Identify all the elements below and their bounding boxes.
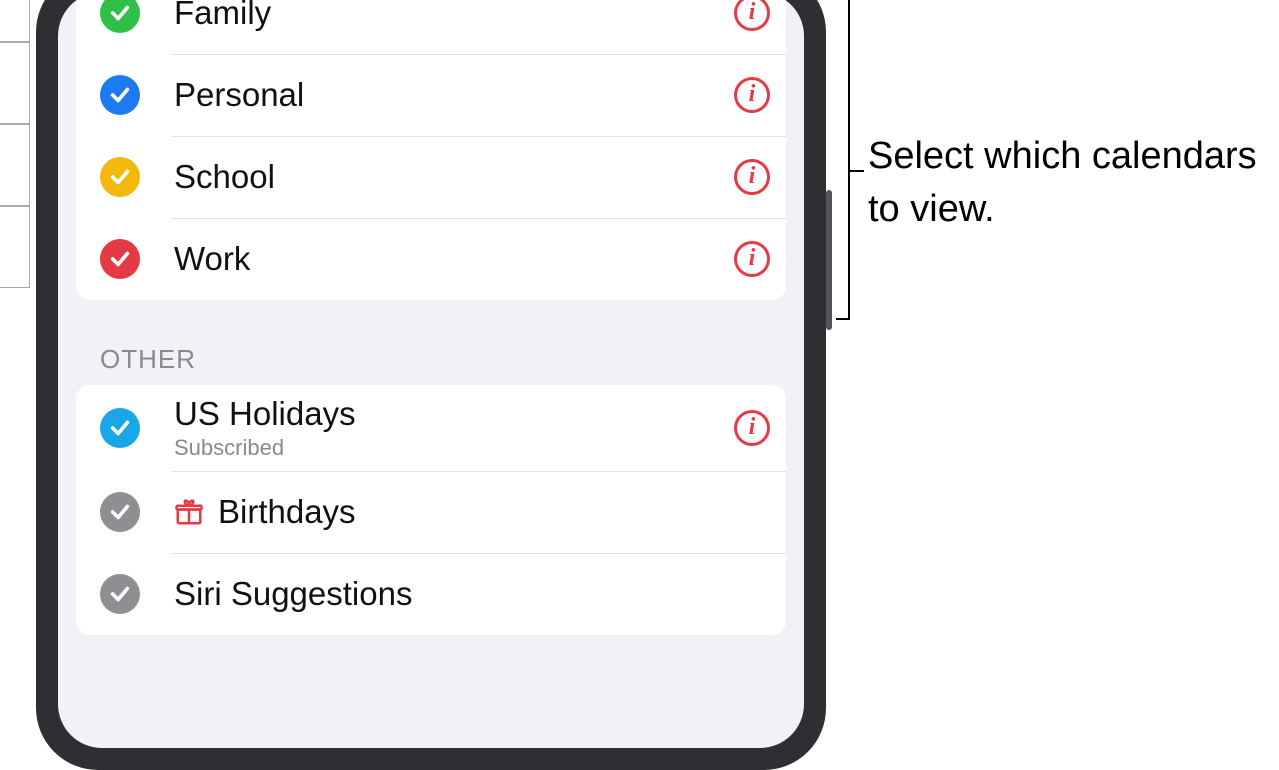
calendar-row-siri-suggestions[interactable]: Siri Suggestions bbox=[76, 553, 786, 635]
calendar-group-other: US Holidays Subscribed i Birthdays bbox=[76, 385, 786, 635]
calendar-label: Birthdays bbox=[218, 493, 770, 531]
calendar-sublabel: Subscribed bbox=[174, 435, 734, 461]
info-icon[interactable]: i bbox=[734, 410, 770, 446]
calendar-label: Work bbox=[174, 240, 734, 278]
calendar-label: Siri Suggestions bbox=[174, 575, 770, 613]
phone-screen: Family i Personal i School i bbox=[58, 0, 804, 748]
checkmark-icon[interactable] bbox=[100, 492, 140, 532]
info-icon[interactable]: i bbox=[734, 0, 770, 31]
checkmark-icon[interactable] bbox=[100, 239, 140, 279]
phone-side-button bbox=[826, 190, 832, 330]
calendar-row-personal[interactable]: Personal i bbox=[76, 54, 786, 136]
background-calendar-grid bbox=[0, 0, 40, 300]
gift-icon bbox=[174, 497, 204, 527]
phone-frame: Family i Personal i School i bbox=[36, 0, 826, 770]
calendar-row-birthdays[interactable]: Birthdays bbox=[76, 471, 786, 553]
checkmark-icon[interactable] bbox=[100, 0, 140, 33]
calendar-row-work[interactable]: Work i bbox=[76, 218, 786, 300]
checkmark-icon[interactable] bbox=[100, 408, 140, 448]
calendar-row-school[interactable]: School i bbox=[76, 136, 786, 218]
info-icon[interactable]: i bbox=[734, 159, 770, 195]
calendar-group-main: Family i Personal i School i bbox=[76, 0, 786, 300]
annotation-text: Select which calendars to view. bbox=[868, 130, 1268, 236]
annotation-tick bbox=[850, 170, 864, 172]
calendar-label: US Holidays bbox=[174, 395, 734, 433]
info-icon[interactable]: i bbox=[734, 241, 770, 277]
calendar-label: Family bbox=[174, 0, 734, 32]
checkmark-icon[interactable] bbox=[100, 157, 140, 197]
section-header-other: OTHER bbox=[100, 344, 804, 375]
annotation-bracket bbox=[838, 0, 850, 320]
calendar-label: Personal bbox=[174, 76, 734, 114]
calendar-row-us-holidays[interactable]: US Holidays Subscribed i bbox=[76, 385, 786, 471]
checkmark-icon[interactable] bbox=[100, 75, 140, 115]
calendar-row-family[interactable]: Family i bbox=[76, 0, 786, 54]
info-icon[interactable]: i bbox=[734, 77, 770, 113]
checkmark-icon[interactable] bbox=[100, 574, 140, 614]
calendar-label: School bbox=[174, 158, 734, 196]
